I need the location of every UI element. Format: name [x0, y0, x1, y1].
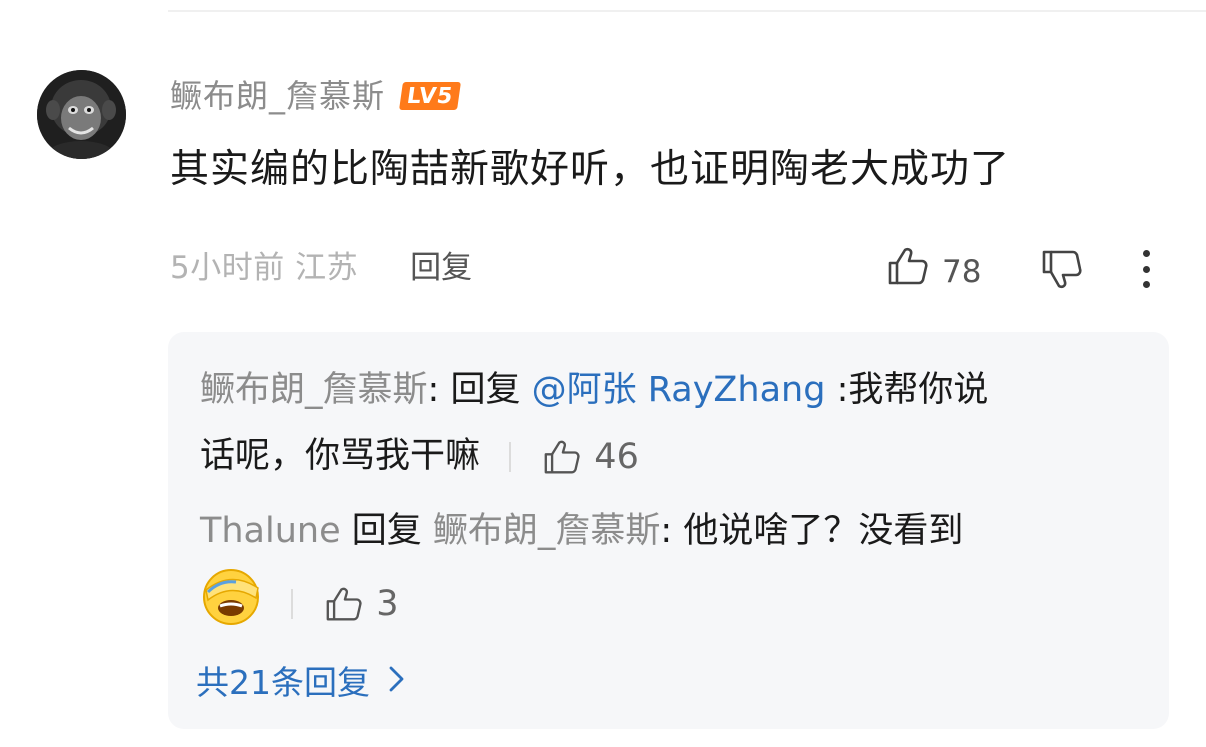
thumbs-down-icon — [1040, 250, 1084, 295]
reply-item-continued: 3 — [200, 568, 399, 639]
facepalm-emoji-icon — [200, 568, 262, 639]
reply-button[interactable]: 回复 — [410, 246, 472, 290]
reply-like-button[interactable]: 46 — [542, 433, 639, 481]
thumbs-up-icon — [886, 246, 930, 298]
dislike-button[interactable] — [1040, 249, 1084, 295]
user-avatar[interactable] — [37, 70, 126, 159]
reply-item-continued: 话呢，你骂我干嘛 46 — [200, 432, 639, 481]
comment-meta: 5小时前 江苏 回复 — [170, 246, 472, 290]
comment-header: 鳜布朗_詹慕斯 LV5 — [170, 74, 462, 118]
reply-word: 回复 — [340, 511, 433, 551]
reply-mention[interactable]: @阿张 RayZhang — [532, 370, 826, 410]
reply-like-count: 46 — [594, 437, 639, 477]
more-options-button[interactable] — [1134, 250, 1158, 288]
reply-item[interactable]: Thalune 回复 鳜布朗_詹慕斯: 他说啥了？没看到 — [200, 507, 963, 555]
reply-author[interactable]: Thalune — [200, 511, 341, 551]
like-count: 78 — [942, 254, 982, 290]
reply-separator: : — [427, 370, 451, 410]
more-dot — [1142, 250, 1150, 257]
reply-target[interactable]: 鳜布朗_詹慕斯 — [433, 511, 661, 551]
comment-username[interactable]: 鳜布朗_詹慕斯 — [170, 74, 385, 118]
reply-word: 回复 — [450, 370, 521, 410]
divider — [509, 442, 512, 472]
chevron-right-icon — [388, 660, 406, 706]
reply-like-button[interactable]: 3 — [324, 580, 399, 628]
comment-text: 其实编的比陶喆新歌好听，也证明陶老大成功了 — [170, 147, 1011, 192]
reply-author[interactable]: 鳜布朗_詹慕斯 — [200, 370, 428, 410]
replies-panel: 鳜布朗_詹慕斯: 回复 @阿张 RayZhang :我帮你说 话呢，你骂我干嘛 … — [168, 332, 1169, 729]
divider — [291, 588, 294, 619]
reply-text: : 他说啥了？没看到 — [660, 511, 964, 551]
reply-text-continued: 话呢，你骂我干嘛 — [200, 436, 481, 476]
view-all-replies-link[interactable]: 共21条回复 — [196, 660, 406, 706]
top-divider — [168, 10, 1206, 12]
like-button[interactable]: 78 — [886, 246, 981, 298]
thumbs-up-icon — [324, 586, 364, 622]
thumbs-up-icon — [542, 439, 582, 475]
comment-time-location: 5小时前 江苏 — [170, 250, 359, 286]
reply-text: :我帮你说 — [825, 370, 989, 410]
more-dot — [1142, 281, 1150, 288]
more-dot — [1142, 265, 1150, 273]
reply-item[interactable]: 鳜布朗_詹慕斯: 回复 @阿张 RayZhang :我帮你说 — [200, 366, 988, 414]
reply-like-count: 3 — [376, 583, 399, 624]
level-badge: LV5 — [399, 82, 462, 110]
total-replies-label: 共21条回复 — [196, 663, 370, 702]
